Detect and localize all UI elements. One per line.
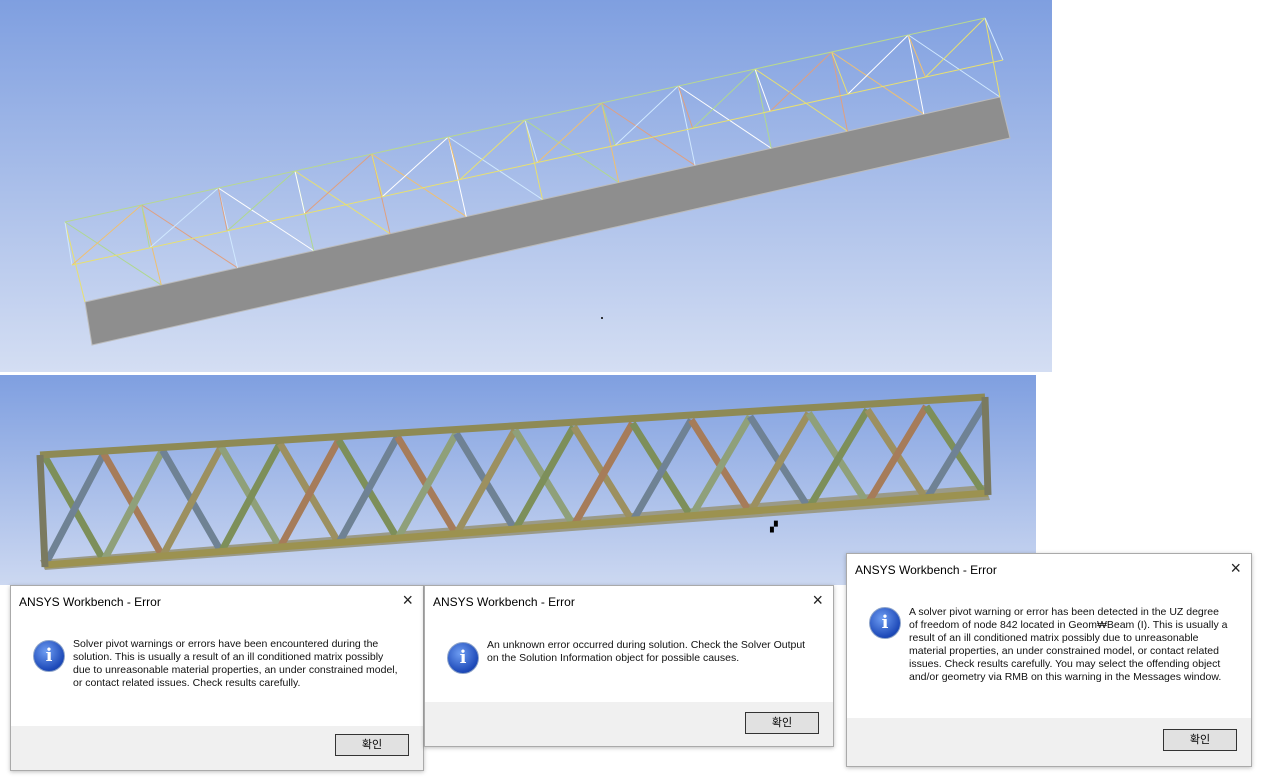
dialog-footer: 확인	[847, 718, 1251, 766]
truss-member	[831, 51, 925, 115]
ok-button[interactable]: 확인	[1163, 729, 1237, 751]
truss-member	[614, 85, 679, 146]
truss-member	[925, 17, 986, 78]
dialog-message: A solver pivot warning or error has been…	[909, 606, 1228, 683]
truss-member	[692, 68, 756, 129]
dialog-footer: 확인	[425, 702, 833, 746]
info-icon: i	[33, 640, 65, 672]
geometry-viewport[interactable]	[0, 0, 1052, 372]
dialog-title: ANSYS Workbench - Error	[19, 595, 161, 609]
truss-member	[217, 187, 228, 231]
dialog-title: ANSYS Workbench - Error	[855, 563, 997, 577]
truss-member	[678, 85, 772, 149]
truss-member	[601, 102, 696, 166]
truss-member	[141, 204, 151, 249]
truss-member	[459, 119, 526, 180]
truss-member	[141, 204, 238, 269]
truss-member	[64, 221, 73, 266]
truss-member	[524, 119, 620, 183]
dialog-message: An unknown error occurred during solutio…	[487, 639, 806, 664]
ok-button[interactable]: 확인	[745, 712, 819, 734]
info-icon: i	[447, 642, 479, 674]
dialog-message: Solver pivot warnings or errors have bee…	[73, 638, 398, 689]
close-icon[interactable]: ×	[402, 590, 413, 611]
truss-member	[984, 17, 1004, 61]
dialog-title: ANSYS Workbench - Error	[433, 595, 575, 609]
truss-member	[149, 187, 219, 249]
truss-member	[981, 396, 992, 496]
truss-member	[984, 17, 1001, 98]
dialog-footer: 확인	[11, 726, 423, 770]
truss-member	[381, 136, 449, 198]
deck-slab	[84, 96, 1011, 346]
truss-member	[448, 136, 543, 200]
truss-member	[71, 204, 142, 266]
truss-member	[601, 102, 616, 146]
truss-member	[831, 51, 848, 132]
truss-wireframe-model	[64, 17, 1011, 346]
truss-member	[754, 68, 848, 132]
truss-member	[908, 34, 1001, 98]
truss-member	[847, 34, 909, 95]
info-icon: i	[869, 607, 901, 639]
close-icon[interactable]: ×	[1230, 558, 1241, 579]
close-icon[interactable]: ×	[812, 590, 823, 611]
error-dialog-pivot-node: ANSYS Workbench - Error × i A solver piv…	[846, 553, 1252, 767]
truss-member	[831, 51, 849, 95]
truss-member	[294, 170, 306, 214]
truss-member	[537, 102, 603, 163]
error-dialog-solver-pivot: ANSYS Workbench - Error × i Solver pivot…	[10, 585, 424, 771]
truss-member	[601, 102, 620, 183]
truss-member	[769, 51, 833, 112]
truss-member	[36, 454, 49, 568]
truss-member	[141, 204, 162, 286]
truss-member	[64, 17, 986, 223]
truss-member	[218, 187, 315, 252]
truss-member	[907, 34, 925, 115]
truss-member	[524, 119, 538, 163]
svg-text:▞: ▞	[769, 520, 778, 533]
error-dialog-unknown: ANSYS Workbench - Error × i An unknown e…	[424, 585, 834, 747]
ok-button[interactable]: 확인	[335, 734, 409, 756]
truss-member	[677, 85, 696, 166]
